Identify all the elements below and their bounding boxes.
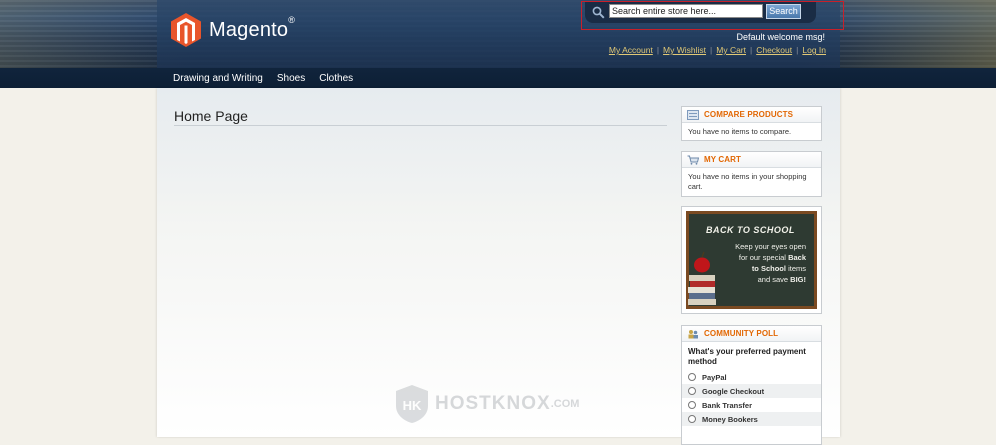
checkout-link[interactable]: Checkout	[756, 45, 792, 55]
search-input[interactable]	[609, 4, 763, 18]
compare-products-title: COMPARE PRODUCTS	[704, 110, 794, 119]
log-in-link[interactable]: Log In	[802, 45, 826, 55]
cart-icon	[687, 155, 699, 165]
radio-button[interactable]	[688, 373, 696, 381]
compare-products-block: COMPARE PRODUCTS You have no items to co…	[681, 106, 822, 141]
nav-item-drawing-and-writing[interactable]: Drawing and Writing	[173, 73, 263, 84]
search-button[interactable]: Search	[766, 4, 801, 19]
page-title: Home Page	[174, 108, 248, 124]
svg-text:HK: HK	[403, 398, 422, 413]
community-poll-block: COMMUNITY POLL What's your preferred pay…	[681, 325, 822, 445]
my-cart-link[interactable]: My Cart	[716, 45, 746, 55]
nav-item-clothes[interactable]: Clothes	[319, 73, 353, 84]
welcome-message: Default welcome msg!	[736, 32, 825, 42]
my-cart-message: You have no items in your shopping cart.	[688, 172, 807, 191]
link-separator: |	[710, 45, 713, 55]
my-cart-block: MY CART You have no items in your shoppi…	[681, 151, 822, 197]
hostknox-watermark: HK HOSTKNOX .COM	[395, 384, 579, 424]
compare-list-icon	[687, 109, 699, 120]
search-icon	[592, 6, 605, 19]
link-separator: |	[656, 45, 660, 55]
poll-question: What's your preferred payment method	[688, 347, 806, 366]
watermark-text: HOSTKNOX	[435, 393, 551, 414]
radio-button[interactable]	[688, 415, 696, 423]
magento-logo-icon	[171, 13, 201, 47]
account-links: My Account | My Wishlist | My Cart | Che…	[609, 45, 826, 55]
poll-option-bank-transfer[interactable]: Bank Transfer	[682, 398, 821, 412]
promo-title: BACK TO SCHOOL	[706, 225, 795, 235]
link-separator: |	[796, 45, 799, 55]
promo-text: Keep your eyes open for our special Back…	[735, 242, 806, 284]
radio-button[interactable]	[688, 387, 696, 395]
my-account-link[interactable]: My Account	[609, 45, 653, 55]
poll-people-icon	[688, 329, 698, 338]
store-logo[interactable]: Magento®	[171, 12, 295, 48]
poll-option-google-checkout[interactable]: Google Checkout	[682, 384, 821, 398]
shield-logo-icon: HK	[396, 385, 428, 423]
title-divider	[174, 125, 667, 126]
promo-image: BACK TO SCHOOL Keep your eyes open for o…	[686, 211, 817, 309]
compare-products-message: You have no items to compare.	[688, 127, 792, 136]
main-navigation: Drawing and Writing Shoes Clothes	[0, 68, 996, 88]
radio-button[interactable]	[688, 401, 696, 409]
apple-books-icon	[688, 251, 716, 305]
logo-text: Magento®	[209, 14, 296, 41]
link-separator: |	[750, 45, 753, 55]
poll-option-paypal[interactable]: PayPal	[682, 370, 821, 384]
nav-item-shoes[interactable]: Shoes	[277, 73, 305, 84]
poll-option-money-bookers[interactable]: Money Bookers	[682, 412, 821, 426]
watermark-domain: .COM	[550, 398, 580, 410]
my-cart-title: MY CART	[704, 155, 741, 164]
back-to-school-banner[interactable]: BACK TO SCHOOL Keep your eyes open for o…	[681, 206, 822, 314]
my-wishlist-link[interactable]: My Wishlist	[663, 45, 706, 55]
community-poll-title: COMMUNITY POLL	[704, 329, 779, 338]
